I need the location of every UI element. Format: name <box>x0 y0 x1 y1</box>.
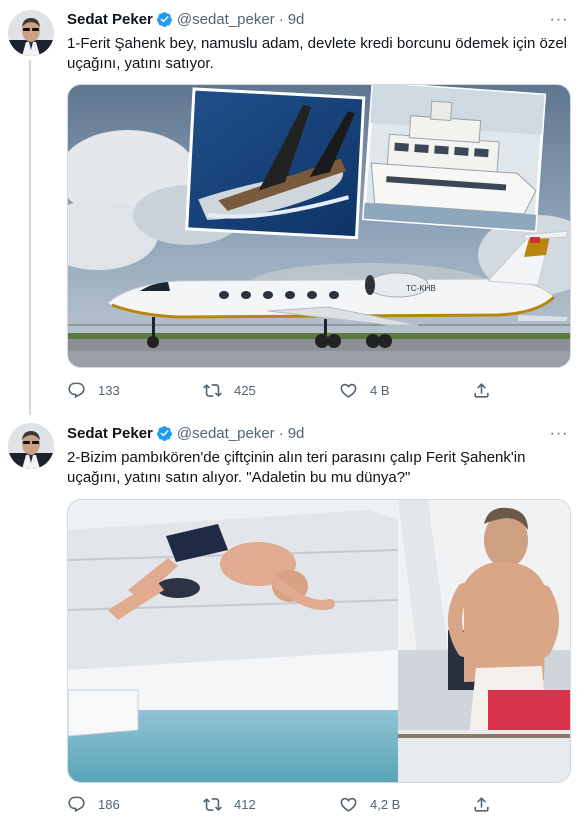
verified-badge-icon <box>156 11 173 28</box>
tweet-actions: 133 425 4 B <box>67 379 527 401</box>
jet-registration: TC-KHB <box>406 284 436 293</box>
retweet-count: 425 <box>234 382 256 398</box>
author-name[interactable]: Sedat Peker <box>67 425 153 442</box>
more-options-icon[interactable]: ··· <box>544 426 574 446</box>
reply-button[interactable]: 186 <box>67 795 120 814</box>
share-icon <box>474 796 489 812</box>
author-name[interactable]: Sedat Peker <box>67 11 153 28</box>
like-count: 4,2 B <box>370 796 401 812</box>
retweet-button[interactable]: 412 <box>203 795 256 814</box>
tweet-image[interactable] <box>67 499 571 783</box>
thread-connector-line <box>29 60 31 415</box>
tweet-header: Sedat Peker @sedat_peker · 9d <box>67 11 304 28</box>
timestamp[interactable]: 9d <box>288 11 305 28</box>
retweet-icon <box>203 383 222 397</box>
share-icon <box>474 382 489 398</box>
timestamp[interactable]: 9d <box>288 425 305 442</box>
tweet-image[interactable]: TC-KHB <box>67 84 571 368</box>
like-button[interactable]: 4,2 B <box>339 795 400 814</box>
reply-icon <box>68 796 85 812</box>
reply-count: 133 <box>98 382 120 398</box>
avatar[interactable] <box>8 10 54 56</box>
like-icon <box>340 383 357 398</box>
tweet-header: Sedat Peker @sedat_peker · 9d <box>67 425 304 442</box>
tweet[interactable]: Sedat Peker @sedat_peker · 9d ··· 2-Bizi… <box>0 413 584 824</box>
author-handle[interactable]: @sedat_peker <box>177 425 275 442</box>
retweet-button[interactable]: 425 <box>203 381 256 400</box>
share-button[interactable] <box>472 795 491 814</box>
tweet-text: 1-Ferit Şahenk bey, namuslu adam, devlet… <box>67 35 567 72</box>
more-options-icon[interactable]: ··· <box>544 12 574 32</box>
retweet-icon <box>203 797 222 811</box>
like-count: 4 B <box>370 382 390 398</box>
share-button[interactable] <box>472 381 491 400</box>
separator-dot: · <box>278 11 284 28</box>
tweet-text: 2-Bizim pambıkören'de çiftçinin alın ter… <box>67 449 526 486</box>
avatar[interactable] <box>8 423 54 469</box>
verified-badge-icon <box>156 425 173 442</box>
like-button[interactable]: 4 B <box>339 381 390 400</box>
tweet[interactable]: Sedat Peker @sedat_peker · 9d ··· 1-Feri… <box>0 0 584 415</box>
reply-button[interactable]: 133 <box>67 381 120 400</box>
tweet-actions: 186 412 4,2 B <box>67 793 527 815</box>
reply-icon <box>68 382 85 398</box>
author-handle[interactable]: @sedat_peker <box>177 11 275 28</box>
retweet-count: 412 <box>234 796 256 812</box>
like-icon <box>340 797 357 812</box>
reply-count: 186 <box>98 796 120 812</box>
separator-dot: · <box>278 425 284 442</box>
